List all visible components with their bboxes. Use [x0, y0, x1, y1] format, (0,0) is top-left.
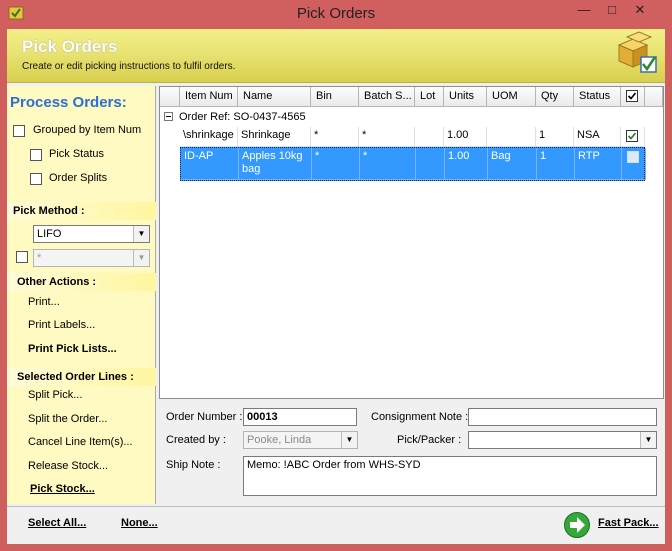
cell-status: NSA	[574, 127, 621, 147]
col-name[interactable]: Name	[238, 87, 311, 107]
col-batch[interactable]: Batch S...	[359, 87, 415, 107]
select-all-link[interactable]: Select All...	[28, 517, 86, 529]
pick-status-checkbox[interactable]	[30, 149, 42, 161]
chevron-down-icon: ▼	[640, 432, 656, 448]
pick-orders-window: Pick Orders — □ ✕ Pick Orders Create or …	[0, 0, 672, 551]
pick-method-heading: Pick Method :	[7, 202, 156, 220]
footer-bar: Select All... None... Fast Pack...	[7, 506, 665, 544]
cancel-line-items-action[interactable]: Cancel Line Item(s)...	[28, 436, 133, 448]
table-row[interactable]: \shrinkage Shrinkage * * 1.00 1 NSA	[180, 127, 645, 147]
pick-method-dropdown[interactable]: LIFO ▼	[33, 225, 150, 243]
col-uom[interactable]: UOM	[487, 87, 536, 107]
pick-packer-dropdown[interactable]: ▼	[468, 431, 657, 449]
print-action[interactable]: Print...	[28, 296, 60, 308]
arrow-right-icon[interactable]	[563, 511, 591, 539]
col-bin[interactable]: Bin	[311, 87, 359, 107]
order-group-row[interactable]: Order Ref: SO-0437-4565	[160, 109, 663, 126]
client-area: Pick Orders Create or edit picking instr…	[7, 29, 665, 544]
cell-uom	[487, 127, 536, 147]
cell-status: RTP	[575, 148, 622, 180]
maximize-button[interactable]: □	[598, 0, 626, 22]
grouped-by-item-checkbox[interactable]	[13, 125, 25, 137]
close-button[interactable]: ✕	[626, 0, 654, 22]
ship-note-field[interactable]: Memo: !ABC Order from WHS-SYD	[243, 456, 657, 496]
title-bar: Pick Orders — □ ✕	[0, 0, 672, 28]
chevron-down-icon: ▼	[133, 226, 149, 242]
checkbox-checked-icon	[626, 130, 638, 142]
secondary-method-value: *	[37, 252, 42, 264]
col-item-num[interactable]: Item Num	[180, 87, 238, 107]
consignment-note-label: Consignment Note :	[371, 411, 469, 423]
cell-select[interactable]	[622, 148, 646, 180]
selected-lines-heading: Selected Order Lines :	[7, 368, 156, 386]
ship-note-label: Ship Note :	[166, 459, 221, 471]
header-title: Pick Orders	[22, 37, 118, 56]
header-banner: Pick Orders Create or edit picking instr…	[7, 29, 665, 83]
checkbox-empty-icon	[627, 151, 639, 163]
table-row-selected[interactable]: ID-AP Apples 10kg bag * * 1.00 Bag 1 RTP	[180, 147, 646, 181]
cell-lot	[415, 127, 444, 147]
order-number-field[interactable]: 00013	[243, 408, 357, 426]
process-orders-sidebar: Process Orders: Grouped by Item Num Pick…	[7, 86, 156, 504]
cell-units: 1.00	[445, 148, 488, 180]
col-status[interactable]: Status	[574, 87, 621, 107]
consignment-note-field[interactable]	[468, 408, 657, 426]
cell-batch: *	[360, 148, 416, 180]
chevron-down-icon: ▼	[133, 250, 149, 266]
release-stock-action[interactable]: Release Stock...	[28, 460, 108, 472]
none-link[interactable]: None...	[121, 517, 158, 529]
cell-qty: 1	[537, 148, 575, 180]
col-units[interactable]: Units	[444, 87, 487, 107]
cell-bin: *	[312, 148, 360, 180]
header-subtitle: Create or edit picking instructions to f…	[22, 61, 236, 72]
order-splits-label[interactable]: Order Splits	[49, 172, 107, 184]
order-splits-checkbox[interactable]	[30, 173, 42, 185]
split-pick-action[interactable]: Split Pick...	[28, 389, 82, 401]
cell-name: Shrinkage	[238, 127, 311, 147]
pick-method-value: LIFO	[37, 228, 62, 240]
order-number-label: Order Number :	[166, 411, 243, 423]
cell-qty: 1	[536, 127, 574, 147]
cell-item: ID-AP	[181, 148, 239, 180]
grouped-by-item-label[interactable]: Grouped by Item Num	[33, 124, 141, 136]
created-by-label: Created by :	[166, 434, 226, 446]
col-qty[interactable]: Qty	[536, 87, 574, 107]
secondary-method-dropdown[interactable]: * ▼	[33, 249, 150, 267]
created-by-value: Pooke, Linda	[247, 434, 312, 446]
cell-item: \shrinkage	[180, 127, 238, 147]
fast-pack-link[interactable]: Fast Pack...	[598, 517, 659, 529]
sidebar-title: Process Orders:	[10, 94, 127, 111]
created-by-dropdown[interactable]: Pooke, Linda ▼	[243, 431, 358, 449]
grid-header-filler	[645, 87, 663, 107]
print-pick-lists-action[interactable]: Print Pick Lists...	[28, 343, 117, 355]
split-order-action[interactable]: Split the Order...	[28, 413, 107, 425]
print-labels-action[interactable]: Print Labels...	[28, 319, 95, 331]
cell-select[interactable]	[621, 127, 645, 147]
grid-corner	[160, 87, 180, 107]
col-lot[interactable]: Lot	[415, 87, 444, 107]
order-lines-grid: Item Num Name Bin Batch S... Lot Units U…	[159, 86, 664, 399]
other-actions-heading: Other Actions :	[7, 273, 156, 291]
chevron-down-icon: ▼	[341, 432, 357, 448]
boxes-check-icon	[617, 31, 657, 73]
pick-status-label[interactable]: Pick Status	[49, 148, 104, 160]
cell-lot	[416, 148, 445, 180]
col-select-all[interactable]	[621, 87, 645, 107]
pick-packer-label: Pick/Packer :	[397, 434, 462, 446]
minimize-button[interactable]: —	[570, 0, 598, 22]
cell-uom: Bag	[488, 148, 537, 180]
checkbox-checked-icon	[626, 90, 638, 102]
collapse-icon[interactable]	[164, 112, 173, 121]
cell-units: 1.00	[444, 127, 487, 147]
order-group-label: Order Ref: SO-0437-4565	[179, 111, 306, 123]
cell-bin: *	[311, 127, 359, 147]
filter-checkbox[interactable]	[16, 251, 28, 263]
cell-name: Apples 10kg bag	[239, 148, 312, 180]
cell-batch: *	[359, 127, 415, 147]
pick-stock-action[interactable]: Pick Stock...	[30, 483, 95, 495]
